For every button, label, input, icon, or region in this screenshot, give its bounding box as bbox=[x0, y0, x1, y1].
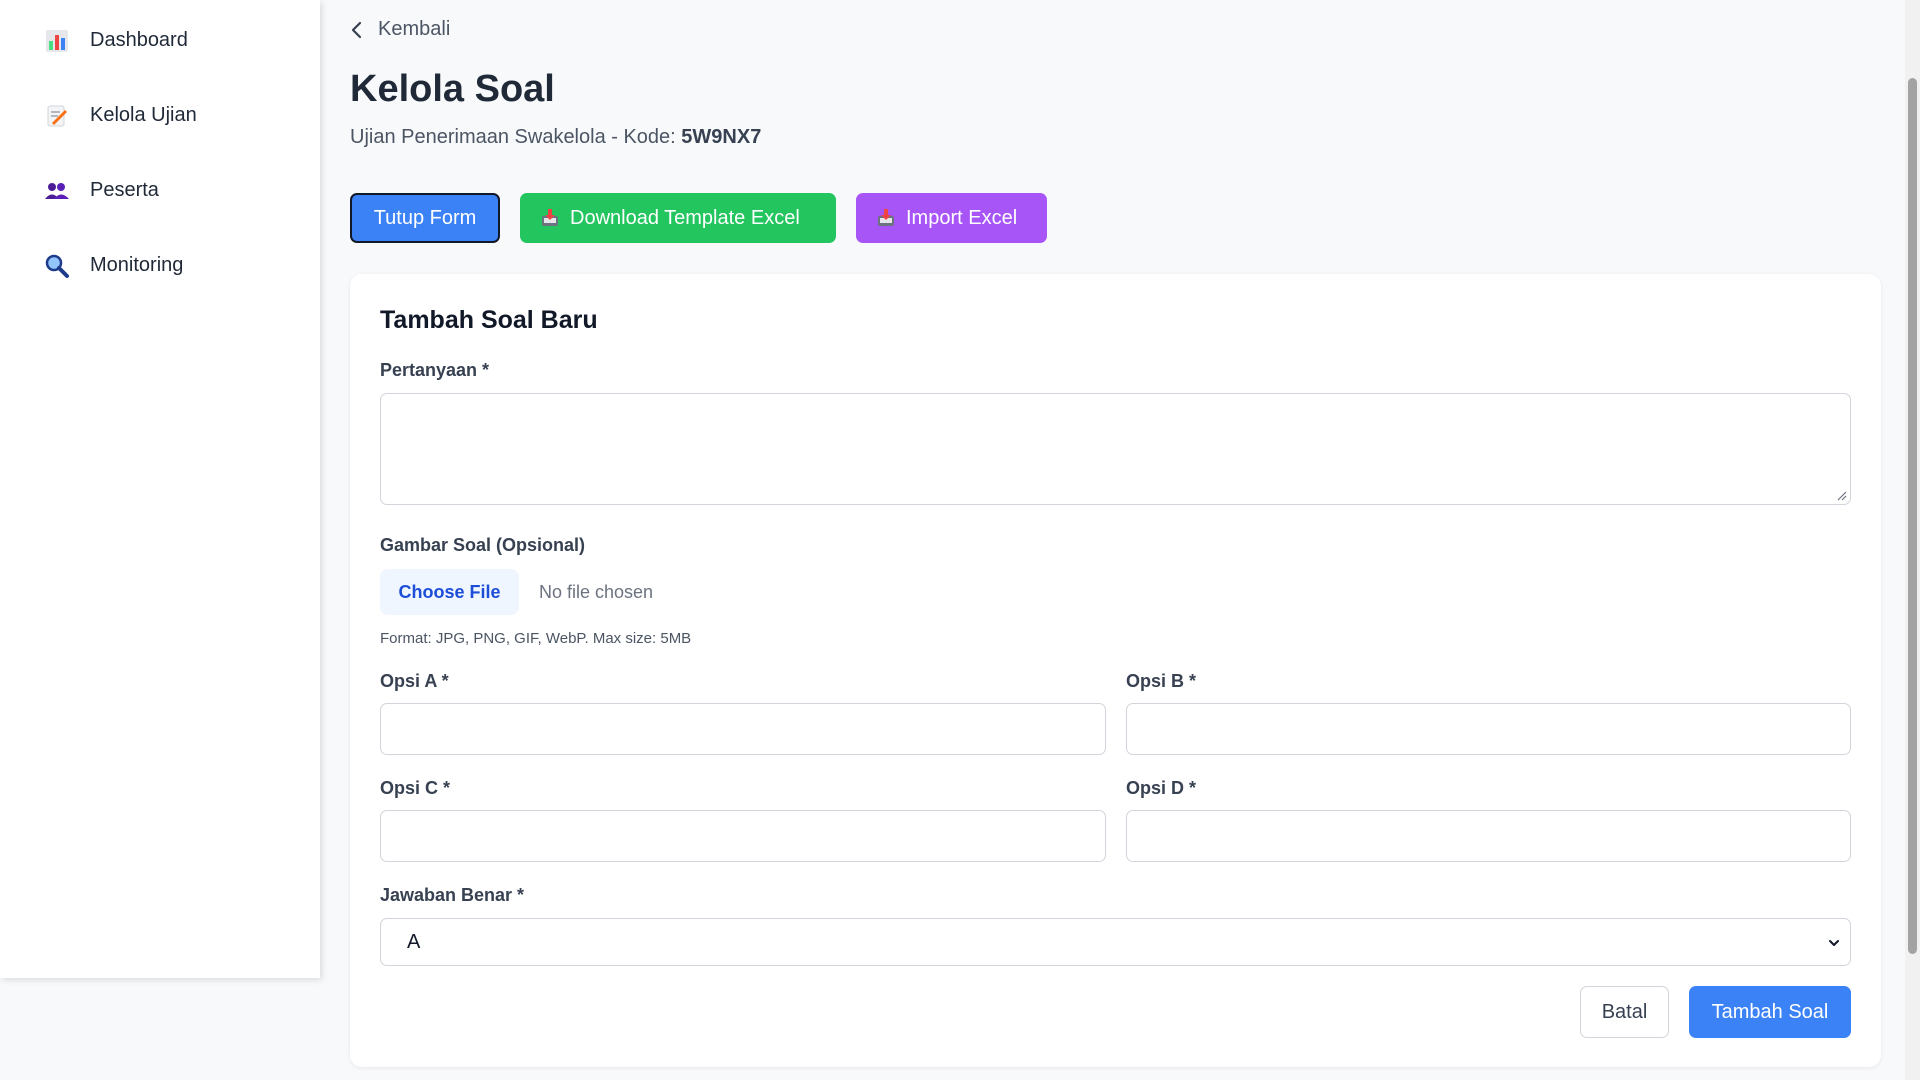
sidebar: Dashboard Kelola Ujian Peserta Monitorin… bbox=[0, 0, 320, 978]
option-d-label: Opsi D * bbox=[1126, 778, 1197, 798]
vertical-scrollbar[interactable] bbox=[1905, 0, 1920, 1080]
scrollbar-thumb[interactable] bbox=[1908, 78, 1917, 954]
option-b-label: Opsi B * bbox=[1126, 671, 1197, 691]
option-c-label: Opsi C * bbox=[380, 778, 451, 798]
action-buttons: Tutup Form Download Template Excel Impor… bbox=[350, 193, 1047, 243]
sidebar-item-kelola-ujian[interactable]: Kelola Ujian bbox=[0, 78, 320, 153]
page-subtitle: Ujian Penerimaan Swakelola - Kode: 5W9NX… bbox=[350, 126, 761, 149]
magnifier-icon bbox=[44, 253, 70, 279]
inbox-tray-icon bbox=[876, 208, 896, 228]
question-textarea[interactable] bbox=[380, 393, 1851, 505]
chevron-down-icon bbox=[1829, 940, 1839, 946]
sidebar-item-monitoring[interactable]: Monitoring bbox=[0, 228, 320, 303]
sidebar-item-label: Monitoring bbox=[90, 254, 184, 276]
option-c-input[interactable] bbox=[380, 810, 1106, 862]
exam-code: 5W9NX7 bbox=[681, 126, 762, 148]
back-label: Kembali bbox=[378, 18, 451, 40]
close-form-button[interactable]: Tutup Form bbox=[350, 193, 500, 243]
memo-icon bbox=[44, 103, 70, 129]
correct-answer-label: Jawaban Benar * bbox=[380, 885, 525, 905]
form-title: Tambah Soal Baru bbox=[380, 306, 598, 334]
sidebar-item-label: Peserta bbox=[90, 179, 159, 201]
back-link[interactable]: Kembali bbox=[350, 18, 450, 41]
cancel-button[interactable]: Batal bbox=[1580, 986, 1669, 1038]
import-excel-label: Import Excel bbox=[906, 206, 1018, 229]
option-d-input[interactable] bbox=[1126, 810, 1851, 862]
image-label: Gambar Soal (Opsional) bbox=[380, 535, 586, 555]
option-a-label: Opsi A * bbox=[380, 671, 449, 691]
correct-answer-select[interactable]: A bbox=[380, 918, 1851, 966]
sidebar-item-dashboard[interactable]: Dashboard bbox=[0, 3, 320, 78]
sidebar-item-peserta[interactable]: Peserta bbox=[0, 153, 320, 228]
correct-answer-value: A bbox=[407, 930, 421, 953]
option-b-input[interactable] bbox=[1126, 703, 1851, 755]
bar-chart-icon bbox=[44, 28, 70, 54]
sidebar-item-label: Dashboard bbox=[90, 29, 188, 51]
choose-file-button[interactable]: Choose File bbox=[380, 569, 519, 615]
inbox-tray-icon bbox=[540, 208, 560, 228]
sidebar-item-label: Kelola Ujian bbox=[90, 104, 197, 126]
file-status: No file chosen bbox=[539, 582, 654, 602]
import-excel-button[interactable]: Import Excel bbox=[856, 193, 1047, 243]
add-question-form: Tambah Soal Baru Pertanyaan * Gambar Soa… bbox=[350, 274, 1881, 1067]
users-icon bbox=[44, 178, 70, 204]
download-template-label: Download Template Excel bbox=[570, 206, 800, 229]
add-question-button[interactable]: Tambah Soal bbox=[1689, 986, 1851, 1038]
resize-grip-icon[interactable] bbox=[1837, 491, 1847, 501]
close-form-label: Tutup Form bbox=[373, 206, 477, 229]
chevron-left-icon bbox=[351, 21, 362, 38]
file-hint: Format: JPG, PNG, GIF, WebP. Max size: 5… bbox=[380, 630, 692, 647]
question-label: Pertanyaan * bbox=[380, 360, 490, 380]
download-template-button[interactable]: Download Template Excel bbox=[520, 193, 836, 243]
subtitle-text: Ujian Penerimaan Swakelola - Kode: bbox=[350, 126, 682, 148]
option-a-input[interactable] bbox=[380, 703, 1106, 755]
page-title: Kelola Soal bbox=[350, 68, 555, 110]
